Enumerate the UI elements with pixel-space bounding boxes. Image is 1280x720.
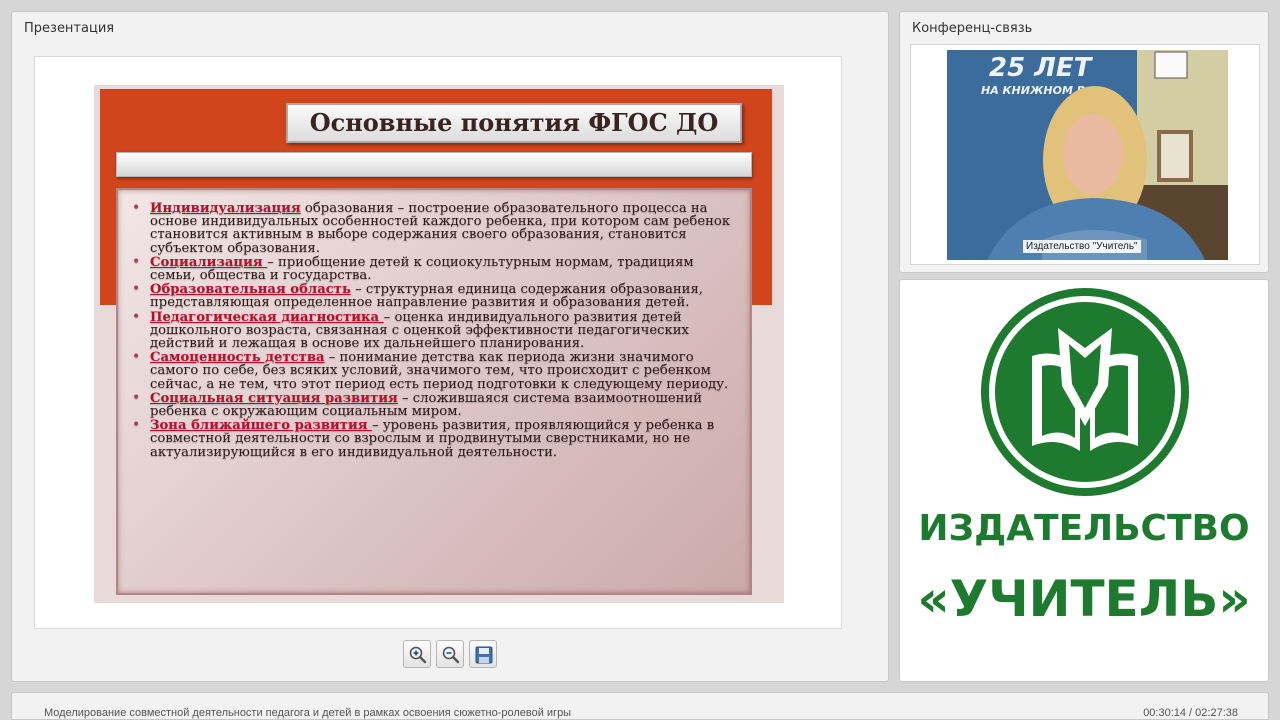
slide-bullet-item: Образовательная область – структурная ед… [130,283,736,309]
conference-panel-title: Конференц-связь [912,21,1033,36]
slide-bullet-item: Социальная ситуация развития – сложившая… [130,392,736,418]
zoom-in-button[interactable] [403,640,431,668]
video-caption: Издательство "Учитель" [1023,240,1141,253]
playback-time: 00:30:14 / 02:27:38 [1143,707,1238,719]
conference-panel: Конференц-связь 25 ЛЕТ НА КНИЖНОМ Р Изда… [899,11,1269,273]
save-button[interactable] [469,640,497,668]
slide-content: Индивидуализация образования – построени… [116,188,752,595]
slide-bullet-item: Зона ближайшего развития – уровень разви… [130,419,736,459]
logo-text-publisher: ИЗДАТЕЛЬСТВО [918,508,1250,549]
logo-panel: ИЗДАТЕЛЬСТВО «УЧИТЕЛЬ» [899,279,1269,682]
speaker-video-image: 25 ЛЕТ НА КНИЖНОМ Р [947,50,1228,260]
slide: Основные понятия ФГОС ДО Индивидуализаци… [94,85,784,603]
zoom-in-icon [409,646,427,664]
svg-text:25 ЛЕТ: 25 ЛЕТ [989,53,1094,83]
slide-bullet-list: Индивидуализация образования – построени… [130,202,736,459]
logo-text-name: «УЧИТЕЛЬ» [917,570,1251,628]
slide-title: Основные понятия ФГОС ДО [286,103,742,143]
slide-viewer[interactable]: Основные понятия ФГОС ДО Индивидуализаци… [34,56,842,629]
webinar-title: Моделирование совместной деятельности пе… [44,707,572,719]
slide-bullet-item: Педагогическая диагностика – оценка инди… [130,310,736,351]
save-icon [475,646,493,664]
footer-bar: Моделирование совместной деятельности пе… [11,692,1269,720]
zoom-out-icon [442,646,460,664]
svg-text:НА КНИЖНОМ Р: НА КНИЖНОМ Р [981,84,1085,97]
slide-bullet-item: Социализация – приобщение детей к социок… [130,256,736,282]
slide-bullet-item: Самоценность детства – понимание детства… [130,351,736,391]
webcam-video[interactable]: 25 ЛЕТ НА КНИЖНОМ Р Издательство "Учител… [947,50,1228,260]
presentation-panel: Презентация Основные понятия ФГОС ДО Инд… [11,11,889,682]
video-frame: 25 ЛЕТ НА КНИЖНОМ Р Издательство "Учител… [910,44,1260,265]
publisher-logo-icon [981,288,1189,496]
slide-divider-bar [116,152,752,177]
zoom-out-button[interactable] [436,640,464,668]
presentation-panel-title: Презентация [24,21,115,36]
slide-bullet-item: Индивидуализация образования – построени… [130,202,736,255]
